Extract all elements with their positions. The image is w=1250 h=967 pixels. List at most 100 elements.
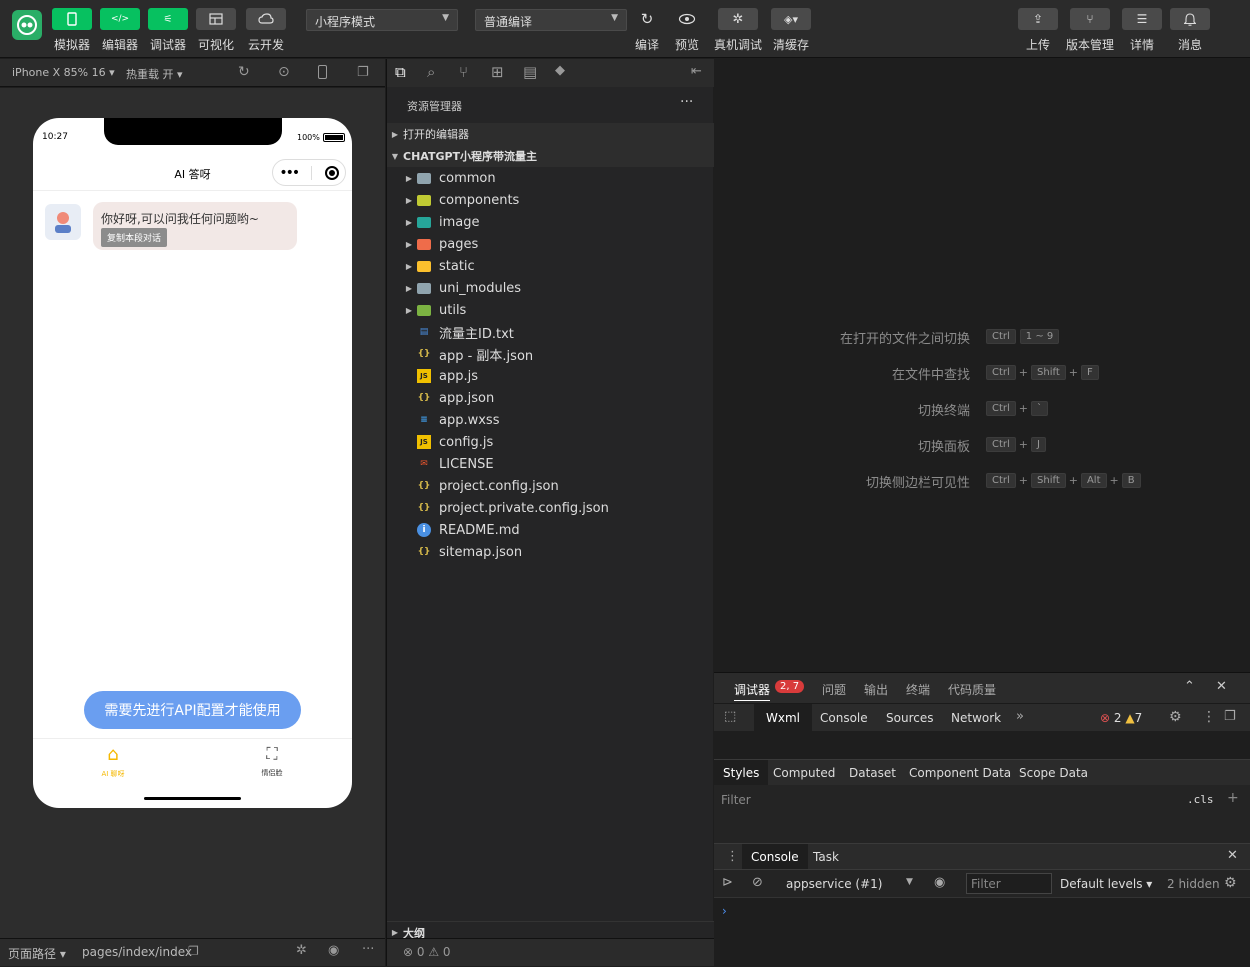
- tab-styles[interactable]: Styles: [714, 760, 769, 786]
- open-editors-section[interactable]: ▶ 打开的编辑器: [387, 123, 714, 145]
- copy-icon[interactable]: ❐: [188, 944, 199, 958]
- file-name: LICENSE: [439, 456, 494, 472]
- tab-ai-chat[interactable]: ⌂ AI 聊呀: [73, 744, 153, 779]
- folder-item[interactable]: ▶ pages: [387, 233, 714, 255]
- file-item[interactable]: ▤ 流量主ID.txt: [387, 321, 714, 343]
- file-item[interactable]: {} project.config.json: [387, 475, 714, 497]
- tab-sources[interactable]: Sources: [886, 711, 933, 725]
- copy-button[interactable]: 复制本段对话: [101, 228, 168, 247]
- device-icon[interactable]: [318, 65, 327, 79]
- editor-button[interactable]: </> 编辑器: [96, 8, 144, 53]
- eye-icon[interactable]: ◉: [328, 943, 339, 958]
- api-config-button[interactable]: 需要先进行API配置才能使用: [84, 691, 301, 729]
- tab-console[interactable]: Console: [820, 711, 868, 725]
- tab-terminal[interactable]: 终端: [906, 681, 930, 698]
- file-item[interactable]: {} sitemap.json: [387, 541, 714, 563]
- folder-item[interactable]: ▶ components: [387, 189, 714, 211]
- device-select[interactable]: iPhone X 85% 16 ▾: [12, 66, 115, 79]
- explorer-more-button[interactable]: ···: [680, 94, 693, 110]
- folder-item[interactable]: ▶ static: [387, 255, 714, 277]
- rotate-icon[interactable]: ↻: [238, 64, 250, 80]
- debugger-button[interactable]: ⚟ 调试器: [144, 8, 192, 53]
- folder-item[interactable]: ▶ image: [387, 211, 714, 233]
- inspect-icon[interactable]: ⬚: [724, 709, 736, 724]
- file-item[interactable]: i README.md: [387, 519, 714, 541]
- file-item[interactable]: JS config.js: [387, 431, 714, 453]
- storage-icon[interactable]: ▤: [523, 63, 537, 81]
- folder-item[interactable]: ▶ uni_modules: [387, 277, 714, 299]
- tab-couple-face[interactable]: ⛶ 情侣脸: [232, 744, 312, 778]
- problems-status[interactable]: ⊗ 0 ⚠ 0: [403, 945, 451, 959]
- bug-icon[interactable]: ✲: [296, 943, 307, 958]
- tab-component-data[interactable]: Component Data: [909, 766, 1011, 780]
- styles-filter-input[interactable]: Filter: [721, 793, 751, 807]
- mode-select[interactable]: 小程序模式 ▼: [306, 9, 458, 31]
- sidebar-toggle-icon[interactable]: ⊳: [722, 875, 733, 890]
- close-icon[interactable]: ✕: [1216, 679, 1227, 694]
- gear-icon[interactable]: ⚙: [1224, 875, 1237, 891]
- messages-button[interactable]: 消息: [1166, 8, 1214, 53]
- more-vert-icon[interactable]: ⋮: [1202, 709, 1216, 725]
- popout-icon[interactable]: ❐: [357, 65, 369, 80]
- chevron-up-icon[interactable]: ⌃: [1184, 679, 1195, 694]
- tab-computed[interactable]: Computed: [773, 766, 835, 780]
- file-item[interactable]: JS app.js: [387, 365, 714, 387]
- clear-console-icon[interactable]: ⊘: [752, 875, 763, 890]
- search-icon[interactable]: ⌕: [427, 63, 435, 81]
- preview-button[interactable]: 预览: [663, 8, 711, 53]
- version-button[interactable]: ⑂ 版本管理: [1066, 8, 1114, 53]
- file-item[interactable]: {} project.private.config.json: [387, 497, 714, 519]
- hot-reload-toggle[interactable]: 热重载 开 ▾: [126, 66, 183, 82]
- folder-item[interactable]: ▶ utils: [387, 299, 714, 321]
- close-circle-icon[interactable]: [324, 165, 339, 180]
- context-select[interactable]: appservice (#1): [786, 877, 882, 891]
- gear-icon[interactable]: ⚙: [1169, 709, 1182, 725]
- folder-item[interactable]: ▶ common: [387, 167, 714, 189]
- extensions-icon[interactable]: ⊞: [491, 63, 504, 81]
- console-filter-input[interactable]: Filter: [966, 873, 1052, 894]
- tab-problems[interactable]: 问题: [822, 681, 846, 698]
- tab-dataset[interactable]: Dataset: [849, 766, 896, 780]
- cls-button[interactable]: .cls: [1187, 793, 1214, 806]
- capsule-menu[interactable]: •••: [272, 159, 346, 186]
- docker-icon[interactable]: ◆: [555, 63, 565, 78]
- levels-select[interactable]: Default levels ▾: [1060, 877, 1152, 891]
- more-icon[interactable]: •••: [279, 165, 300, 181]
- visual-button[interactable]: 可视化: [192, 8, 240, 53]
- file-item[interactable]: ≡ app.wxss: [387, 409, 714, 431]
- cloud-button[interactable]: 云开发: [242, 8, 290, 53]
- more-icon[interactable]: ···: [362, 942, 374, 957]
- page-path-select[interactable]: 页面路径 ▾: [8, 945, 66, 962]
- chevrons-right-icon[interactable]: »: [1016, 709, 1024, 724]
- preview-label: 预览: [674, 38, 699, 52]
- details-button[interactable]: ☰ 详情: [1118, 8, 1166, 53]
- more-vert-icon[interactable]: ⋮: [726, 849, 739, 864]
- tab-code-quality[interactable]: 代码质量: [948, 681, 996, 698]
- collapse-panel-icon[interactable]: ⇤: [691, 64, 702, 79]
- tab-task[interactable]: Task: [813, 850, 839, 864]
- source-control-icon[interactable]: ⑂: [459, 63, 468, 81]
- error-warning-counts[interactable]: ⊗ 2 ▲7: [1100, 711, 1142, 725]
- project-section[interactable]: ▼ CHATGPT小程序带流量主: [387, 145, 714, 167]
- file-item[interactable]: {} app - 副本.json: [387, 343, 714, 365]
- compile-select[interactable]: 普通编译 ▼: [475, 9, 627, 31]
- dock-icon[interactable]: ❐: [1224, 709, 1236, 724]
- close-icon[interactable]: ✕: [1227, 848, 1238, 863]
- console-output[interactable]: ›: [714, 897, 1250, 967]
- file-item[interactable]: {} app.json: [387, 387, 714, 409]
- simulator-button[interactable]: 模拟器: [48, 8, 96, 53]
- tab-wxml[interactable]: Wxml: [754, 704, 812, 732]
- record-icon[interactable]: ⊙: [278, 64, 290, 80]
- remote-debug-button[interactable]: ✲ 真机调试: [714, 8, 762, 53]
- tab-debugger[interactable]: 调试器: [734, 681, 771, 701]
- tab-console-drawer[interactable]: Console: [742, 844, 808, 870]
- files-icon[interactable]: ⧉: [395, 63, 406, 81]
- file-item[interactable]: ✉ LICENSE: [387, 453, 714, 475]
- tab-network[interactable]: Network: [951, 711, 1001, 725]
- tab-output[interactable]: 输出: [864, 681, 888, 698]
- upload-button[interactable]: ⇪ 上传: [1014, 8, 1062, 53]
- eye-icon[interactable]: ◉: [934, 875, 945, 890]
- tab-scope-data[interactable]: Scope Data: [1019, 766, 1088, 780]
- plus-icon[interactable]: +: [1227, 790, 1239, 806]
- clear-cache-button[interactable]: ◈▾ 清缓存: [767, 8, 815, 53]
